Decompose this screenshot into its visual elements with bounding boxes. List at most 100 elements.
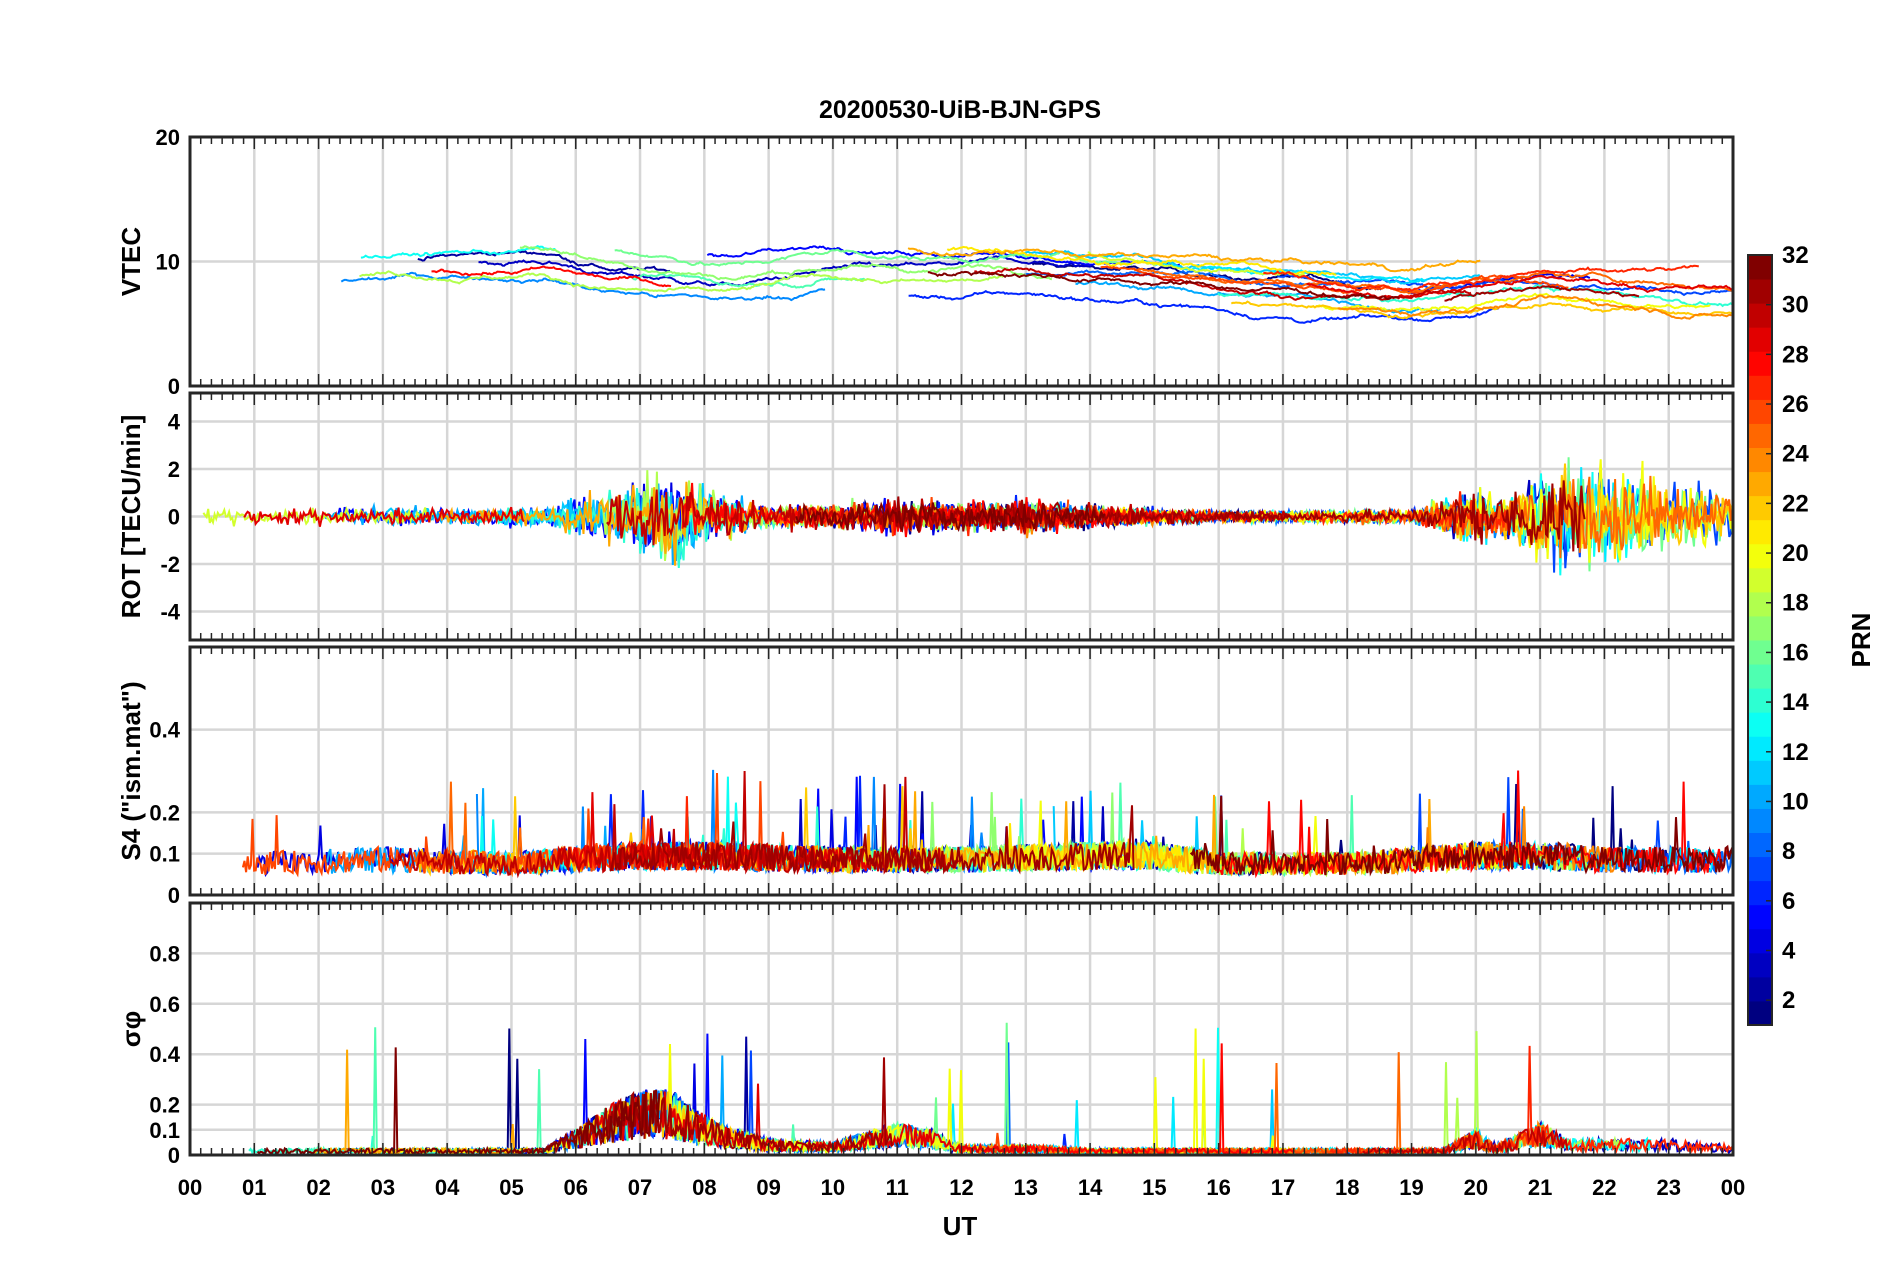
colorbar-tick-label: 16	[1782, 639, 1809, 666]
chart-canvas: 20200530-UiB-BJN-GPS 01020VTEC-4-2024ROT…	[116, 96, 1876, 1241]
series-prn-20	[667, 1028, 1294, 1155]
colorbar-tick-label: 20	[1782, 540, 1809, 567]
x-tick-label: 04	[435, 1175, 460, 1200]
series-group	[340, 244, 1733, 324]
colorbar-tick-label: 8	[1782, 838, 1795, 865]
colorbar-segment	[1748, 904, 1772, 930]
x-tick-label: 06	[564, 1175, 588, 1200]
y-tick-label: 10	[156, 250, 180, 275]
y-tick-label: -2	[160, 552, 180, 577]
colorbar-segment	[1748, 952, 1772, 978]
grid-lines	[190, 137, 1733, 386]
colorbar-tick-label: 12	[1782, 739, 1809, 766]
series-prn-18	[1352, 1031, 1621, 1155]
colorbar-tick-label: 10	[1782, 788, 1809, 815]
colorbar-segment	[1748, 447, 1772, 473]
x-tick-label: 02	[306, 1175, 330, 1200]
y-tick-label: 0.8	[149, 941, 180, 966]
y-tick-label: 20	[156, 125, 180, 150]
colorbar-segment	[1748, 279, 1772, 304]
series-prn-25	[1203, 1052, 1548, 1155]
colorbar-segment	[1748, 712, 1772, 737]
panel-3: 0 0.1 0.2 0.4S4 ("ism.mat")	[116, 645, 1735, 908]
x-tick-label: 09	[756, 1175, 780, 1200]
y-axis-label: σφ	[116, 1011, 146, 1047]
colorbar-segment	[1748, 1000, 1772, 1026]
colorbar-segment	[1748, 736, 1772, 761]
x-tick-label: 22	[1592, 1175, 1616, 1200]
y-tick-label: -4	[160, 600, 180, 625]
colorbar-segment	[1748, 423, 1772, 448]
colorbar-segment	[1748, 760, 1772, 785]
y-tick-label: 4	[168, 410, 181, 435]
colorbar-segment	[1748, 615, 1772, 641]
colorbar-segment	[1748, 688, 1772, 713]
colorbar-segment	[1748, 567, 1772, 593]
colorbar-segment	[1748, 495, 1772, 521]
x-tick-label: 15	[1142, 1175, 1166, 1200]
x-tick-label: 13	[1014, 1175, 1038, 1200]
colorbar-segment	[1748, 303, 1772, 328]
series-prn-16	[614, 248, 1133, 267]
colorbar-segment	[1748, 928, 1772, 954]
colorbar-segment	[1748, 399, 1772, 424]
colorbar-segment	[1748, 784, 1772, 809]
colorbar-label: PRN	[1846, 613, 1876, 668]
colorbar-tick-label: 18	[1782, 590, 1809, 617]
panel-1: 0 10 20 VTEC	[116, 125, 1735, 399]
y-tick-label: 0.4	[149, 1042, 180, 1067]
x-axis-label: UT	[943, 1211, 978, 1241]
y-tick-label: 0.6	[149, 992, 180, 1017]
x-tick-label: 10	[821, 1175, 845, 1200]
x-tick-label: 01	[242, 1175, 266, 1200]
y-tick-label: 0.1	[149, 842, 180, 867]
colorbar-segment	[1748, 808, 1772, 833]
y-tick-label: 0.1	[149, 1118, 180, 1143]
colorbar-tick-label: 14	[1782, 689, 1809, 716]
colorbar-segment	[1748, 519, 1772, 545]
y-tick-label: 0.2	[149, 1093, 180, 1118]
x-tick-label: 17	[1271, 1175, 1295, 1200]
y-tick-label: 0.2	[149, 800, 180, 825]
panel-4: 00.10.2 0.4 0.6 0.8 σφ	[116, 901, 1735, 1168]
colorbar: 2468101214161820222426283032PRN	[1747, 242, 1876, 1026]
colorbar-segment	[1748, 255, 1772, 280]
x-tick-label: 21	[1528, 1175, 1552, 1200]
y-tick-label: 0	[168, 505, 180, 530]
y-tick-label: 0	[168, 883, 180, 908]
y-tick-label: 0	[168, 1143, 180, 1168]
panel-2: -4 -2 0 2 4 ROT [TECU/min]	[116, 391, 1735, 642]
colorbar-tick-label: 32	[1782, 242, 1809, 269]
colorbar-segment	[1748, 856, 1772, 882]
colorbar-segment	[1748, 543, 1772, 569]
x-tick-label: 08	[692, 1175, 716, 1200]
series-group	[241, 769, 1733, 879]
colorbar-segment	[1748, 832, 1772, 858]
colorbar-tick-label: 28	[1782, 341, 1809, 368]
x-tick-label: 19	[1399, 1175, 1423, 1200]
x-tick-label: 20	[1464, 1175, 1488, 1200]
y-tick-label: 0.4	[149, 718, 180, 743]
x-tick-label: 14	[1078, 1175, 1103, 1200]
colorbar-tick-label: 30	[1782, 292, 1809, 319]
colorbar-segment	[1748, 327, 1772, 352]
y-tick-label: 2	[168, 457, 180, 482]
x-tick-label: 12	[949, 1175, 973, 1200]
colorbar-segment	[1748, 471, 1772, 497]
colorbar-tick-label: 6	[1782, 888, 1795, 915]
x-tick-labels: 00 01 02 03 04 05 06 07 08 09 10 11 12 13 14 15 16 17 18 19…	[178, 1175, 1745, 1200]
colorbar-tick-label: 2	[1782, 987, 1795, 1014]
x-tick-label: 03	[371, 1175, 395, 1200]
x-tick-label: 18	[1335, 1175, 1359, 1200]
series-prn-23	[314, 1049, 526, 1155]
x-tick-label: 23	[1656, 1175, 1680, 1200]
series-group	[248, 1022, 1733, 1155]
y-axis-label: VTEC	[116, 227, 146, 297]
colorbar-segment	[1748, 591, 1772, 617]
x-tick-label: 07	[628, 1175, 652, 1200]
series-group	[202, 457, 1733, 576]
colorbar-tick-label: 26	[1782, 391, 1809, 418]
x-tick-label: 00	[1721, 1175, 1745, 1200]
y-axis-label: ROT [TECU/min]	[116, 415, 146, 619]
y-tick-label: 0	[168, 374, 180, 399]
